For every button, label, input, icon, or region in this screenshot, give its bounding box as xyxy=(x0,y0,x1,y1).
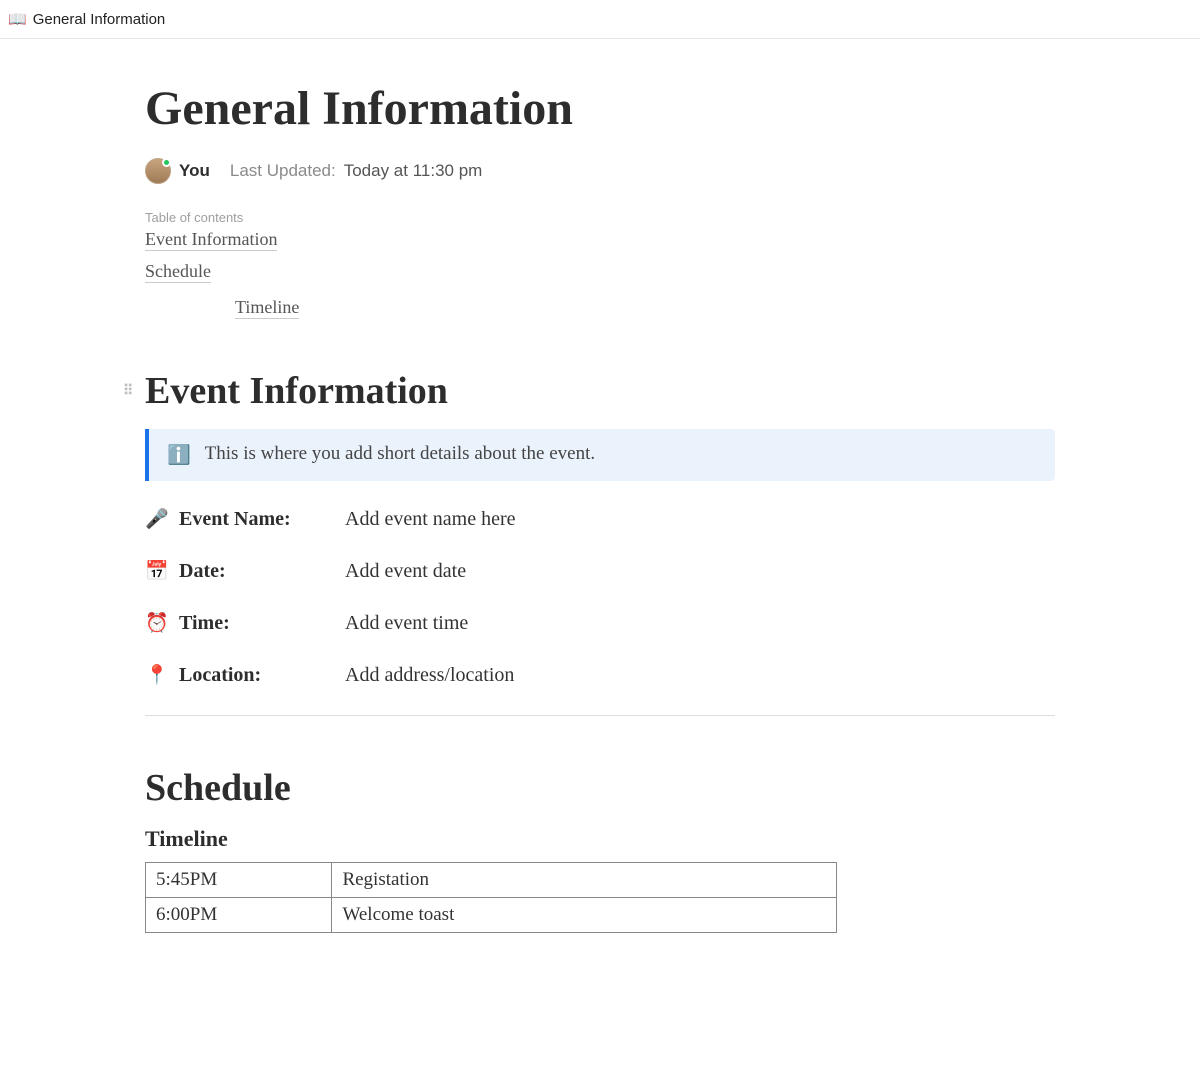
calendar-icon: 📅 xyxy=(145,559,167,583)
cell-time[interactable]: 5:45PM xyxy=(146,863,332,898)
updated-label: Last Updated: xyxy=(230,161,336,181)
detail-row-date[interactable]: 📅 Date: Add event date xyxy=(145,559,1055,583)
detail-label: Location: xyxy=(179,664,261,687)
clock-icon: ⏰ xyxy=(145,611,167,635)
table-row[interactable]: 5:45PM Registation xyxy=(146,863,837,898)
info-callout[interactable]: ℹ️ This is where you add short details a… xyxy=(145,429,1055,481)
heading-event-information[interactable]: ⠿ Event Information xyxy=(145,369,1055,413)
detail-value[interactable]: Add event name here xyxy=(345,508,515,531)
callout-text: This is where you add short details abou… xyxy=(205,443,595,465)
detail-row-time[interactable]: ⏰ Time: Add event time xyxy=(145,611,1055,635)
heading-text: Event Information xyxy=(145,370,448,412)
presence-dot-icon xyxy=(162,158,171,167)
book-icon: 📖 xyxy=(8,10,27,28)
microphone-icon: 🎤 xyxy=(145,507,167,531)
detail-value[interactable]: Add event time xyxy=(345,612,468,635)
divider xyxy=(145,715,1055,716)
page-title[interactable]: General Information xyxy=(145,81,1055,136)
doc-meta: You Last Updated: Today at 11:30 pm xyxy=(145,158,1055,184)
pin-icon: 📍 xyxy=(145,663,167,687)
document-body[interactable]: General Information You Last Updated: To… xyxy=(145,39,1055,973)
detail-row-name[interactable]: 🎤 Event Name: Add event name here xyxy=(145,507,1055,531)
table-row[interactable]: 6:00PM Welcome toast xyxy=(146,898,837,933)
drag-handle-icon[interactable]: ⠿ xyxy=(123,383,131,400)
cell-time[interactable]: 6:00PM xyxy=(146,898,332,933)
breadcrumb-title: General Information xyxy=(33,11,166,28)
cell-desc[interactable]: Welcome toast xyxy=(332,898,836,933)
detail-label: Time: xyxy=(179,612,230,635)
detail-label: Date: xyxy=(179,560,226,583)
info-icon: ℹ️ xyxy=(167,443,191,467)
updated-value: Today at 11:30 pm xyxy=(344,161,483,181)
detail-value[interactable]: Add address/location xyxy=(345,664,514,687)
toc-label: Table of contents xyxy=(145,210,1055,225)
detail-label: Event Name: xyxy=(179,508,291,531)
toc-link-event-information[interactable]: Event Information xyxy=(145,229,277,251)
heading-timeline[interactable]: Timeline xyxy=(145,826,1055,852)
schedule-table[interactable]: 5:45PM Registation 6:00PM Welcome toast xyxy=(145,862,837,933)
toc: Event Information Schedule Timeline xyxy=(145,229,1055,329)
toc-link-schedule[interactable]: Schedule xyxy=(145,261,211,283)
toc-link-timeline[interactable]: Timeline xyxy=(235,297,299,319)
detail-value[interactable]: Add event date xyxy=(345,560,466,583)
heading-schedule[interactable]: Schedule xyxy=(145,766,1055,810)
detail-row-location[interactable]: 📍 Location: Add address/location xyxy=(145,663,1055,687)
author-name[interactable]: You xyxy=(179,161,210,181)
event-details: 🎤 Event Name: Add event name here 📅 Date… xyxy=(145,507,1055,687)
breadcrumb[interactable]: 📖 General Information xyxy=(0,0,1200,39)
cell-desc[interactable]: Registation xyxy=(332,863,836,898)
avatar[interactable] xyxy=(145,158,171,184)
